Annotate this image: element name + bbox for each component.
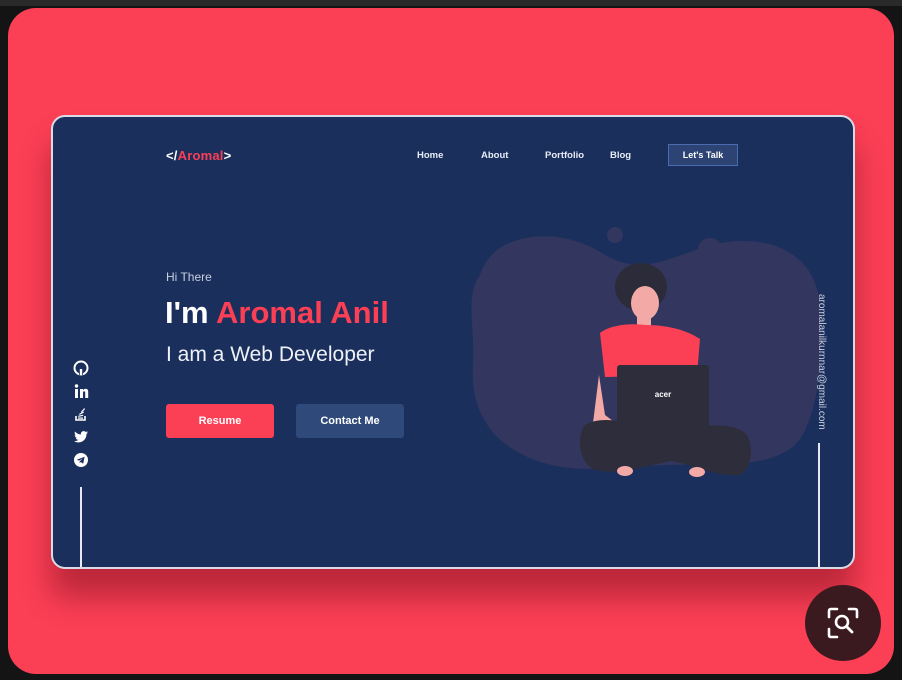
top-strip	[0, 0, 902, 6]
resume-button[interactable]: Resume	[166, 404, 274, 438]
headline-name: Aromal Anil	[216, 295, 389, 330]
site-logo[interactable]: </Aromal>	[166, 148, 231, 163]
hero-greeting: Hi There	[166, 270, 212, 284]
headline-prefix: I'm	[165, 295, 209, 330]
contact-me-button[interactable]: Contact Me	[296, 404, 404, 438]
logo-name: Aromal	[177, 148, 224, 163]
lets-talk-button[interactable]: Let's Talk	[668, 144, 738, 166]
person-foot-left	[617, 466, 633, 476]
logo-prefix: </	[166, 148, 178, 163]
person-foot-right	[689, 467, 705, 477]
right-vertical-line	[818, 443, 820, 567]
blob-dot-small	[698, 238, 722, 262]
nav-portfolio[interactable]: Portfolio	[545, 150, 584, 161]
nav-blog[interactable]: Blog	[610, 150, 631, 161]
developer-illustration: acer	[471, 227, 822, 477]
visual-search-button[interactable]	[805, 585, 881, 661]
logo-suffix: >	[223, 148, 232, 163]
stackoverflow-icon[interactable]	[73, 406, 89, 422]
left-vertical-line	[80, 487, 82, 567]
person-face	[631, 286, 659, 320]
website-mockup: </Aromal> Home About Portfolio Blog Let'…	[51, 115, 855, 569]
linkedin-icon[interactable]	[73, 383, 89, 399]
hero-headline: I'm Aromal Anil	[165, 295, 389, 331]
visual-search-icon	[827, 607, 859, 639]
laptop-brand: acer	[655, 390, 671, 399]
blob-dot	[607, 227, 623, 243]
email-vertical[interactable]: aromalanilkurnnar@gmail.com	[816, 294, 827, 430]
image-background: </Aromal> Home About Portfolio Blog Let'…	[8, 8, 894, 674]
hero-subtitle: I am a Web Developer	[166, 343, 375, 366]
nav-about[interactable]: About	[481, 150, 508, 161]
github-icon[interactable]	[73, 360, 89, 376]
telegram-icon[interactable]	[73, 452, 89, 468]
nav-home[interactable]: Home	[417, 150, 443, 161]
twitter-icon[interactable]	[73, 429, 89, 445]
